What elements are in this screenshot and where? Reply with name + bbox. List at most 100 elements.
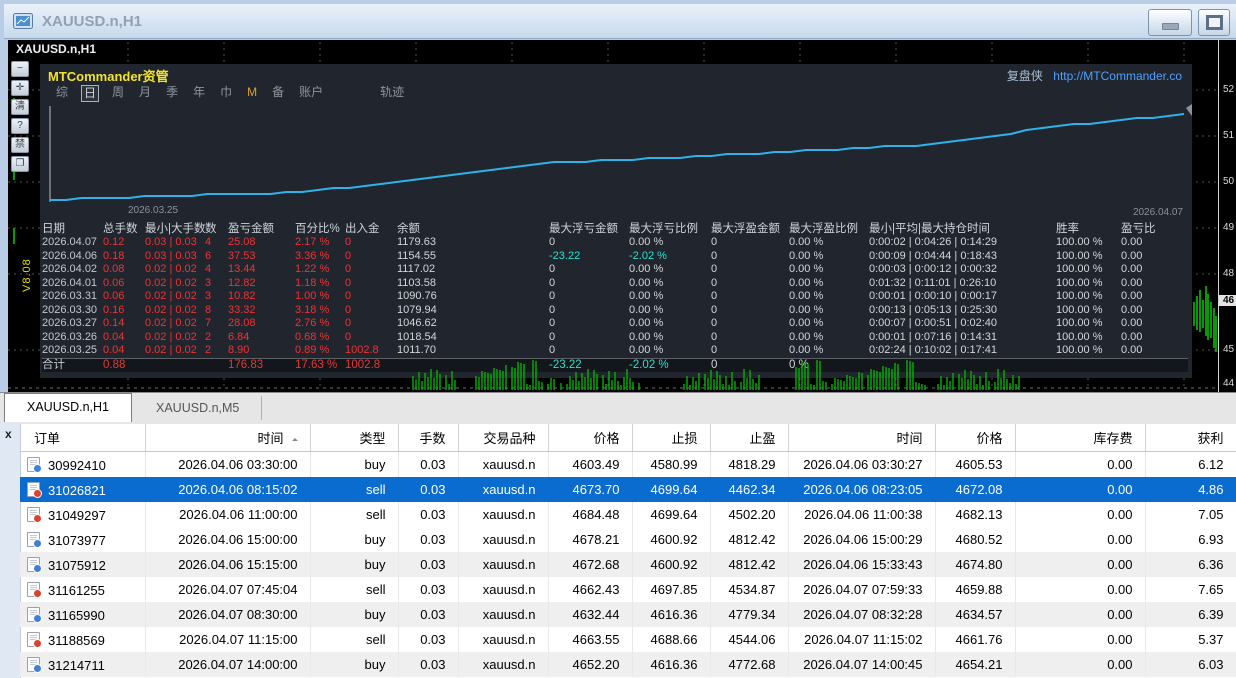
buy-order-icon <box>27 457 40 472</box>
order-cell-open_price: 4603.49 <box>548 452 632 478</box>
orders-header-9[interactable]: 价格 <box>935 424 1015 452</box>
order-cell-lots: 0.03 <box>398 602 458 627</box>
order-number: 31165990 <box>48 608 105 623</box>
order-cell-profit: 6.03 <box>1145 652 1236 677</box>
orders-header-0[interactable]: 订单 <box>20 424 145 452</box>
order-cell-tp: 4462.34 <box>710 477 788 502</box>
order-number: 31075912 <box>48 558 106 573</box>
order-row[interactable]: 310739772026.04.06 15:00:00buy0.03xauusd… <box>20 527 1236 552</box>
order-cell-type: buy <box>310 652 398 677</box>
orders-header-6[interactable]: 止损 <box>632 424 710 452</box>
order-number: 31049297 <box>48 508 106 523</box>
restore-window-icon[interactable]: ❐ <box>11 156 29 172</box>
order-row[interactable]: 310492972026.04.06 11:00:00sell0.03xauus… <box>20 502 1236 527</box>
order-cell-type: sell <box>310 627 398 652</box>
orders-header-3[interactable]: 手数 <box>398 424 458 452</box>
minimize-icon <box>1162 23 1179 30</box>
order-cell-order: 31214711 <box>20 652 145 677</box>
orders-header-8[interactable]: 时间 <box>788 424 935 452</box>
order-row[interactable]: 310759122026.04.06 15:15:00buy0.03xauusd… <box>20 552 1236 577</box>
close-panel-icon[interactable]: x <box>5 428 12 440</box>
order-cell-swap: 0.00 <box>1015 527 1145 552</box>
order-cell-type: buy <box>310 527 398 552</box>
orders-header-1[interactable]: 时间 <box>145 424 310 452</box>
order-cell-symbol: xauusd.n <box>458 602 548 627</box>
volume-bars-and-candles <box>8 40 1236 392</box>
price-scale-label: 52 <box>1223 84 1234 95</box>
orders-header-11[interactable]: 获利 <box>1145 424 1236 452</box>
bottom-tab-1[interactable]: XAUUSD.n,M5 <box>134 396 262 420</box>
order-cell-symbol: xauusd.n <box>458 652 548 677</box>
order-cell-symbol: xauusd.n <box>458 577 548 602</box>
orders-header-4[interactable]: 交易品种 <box>458 424 548 452</box>
orders-header-2[interactable]: 类型 <box>310 424 398 452</box>
order-number: 31214711 <box>48 658 105 673</box>
bottom-tab-0[interactable]: XAUUSD.n,H1 <box>4 393 132 422</box>
order-cell-order: 31049297 <box>20 502 145 527</box>
order-row[interactable]: 312147112026.04.07 14:00:00buy0.03xauusd… <box>20 652 1236 677</box>
window-title: XAUUSD.n,H1 <box>42 13 142 30</box>
order-cell-close_time: 2026.04.06 15:00:29 <box>788 527 935 552</box>
order-cell-sl: 4616.36 <box>632 602 710 627</box>
order-cell-open_price: 4672.68 <box>548 552 632 577</box>
move-icon[interactable]: ✛ <box>11 80 29 96</box>
forbid-icon[interactable]: 禁 <box>11 137 29 153</box>
order-cell-open_time: 2026.04.06 11:00:00 <box>145 502 310 527</box>
current-price-box: 46 <box>1219 295 1236 306</box>
order-cell-profit: 4.86 <box>1145 477 1236 502</box>
order-cell-close_price: 4605.53 <box>935 452 1015 478</box>
buy-order-icon <box>27 532 40 547</box>
order-type-dot <box>33 639 42 648</box>
order-cell-open_time: 2026.04.07 08:30:00 <box>145 602 310 627</box>
order-cell-symbol: xauusd.n <box>458 627 548 652</box>
orders-header-5[interactable]: 价格 <box>548 424 632 452</box>
order-cell-open_time: 2026.04.06 15:15:00 <box>145 552 310 577</box>
order-cell-lots: 0.03 <box>398 452 458 478</box>
order-row[interactable]: 311885692026.04.07 11:15:00sell0.03xauus… <box>20 627 1236 652</box>
help-icon[interactable]: ? <box>11 118 29 134</box>
price-scale: 5251504948454446 <box>1218 40 1236 392</box>
order-cell-order: 31073977 <box>20 527 145 552</box>
order-row[interactable]: 310268212026.04.06 08:15:02sell0.03xauus… <box>20 477 1236 502</box>
order-cell-close_time: 2026.04.07 07:59:33 <box>788 577 935 602</box>
minimize-button[interactable] <box>1148 9 1192 36</box>
price-scale-label: 44 <box>1223 378 1234 389</box>
order-cell-order: 31165990 <box>20 602 145 627</box>
chart-window-icon <box>13 13 33 29</box>
order-row[interactable]: 311659902026.04.07 08:30:00buy0.03xauusd… <box>20 602 1236 627</box>
restore-button[interactable] <box>1198 9 1230 36</box>
order-cell-lots: 0.03 <box>398 652 458 677</box>
order-cell-swap: 0.00 <box>1015 577 1145 602</box>
order-cell-close_price: 4682.13 <box>935 502 1015 527</box>
order-type-dot <box>33 614 42 623</box>
orders-header-10[interactable]: 库存费 <box>1015 424 1145 452</box>
order-cell-tp: 4534.87 <box>710 577 788 602</box>
order-cell-profit: 6.93 <box>1145 527 1236 552</box>
order-cell-close_time: 2026.04.06 11:00:38 <box>788 502 935 527</box>
order-cell-tp: 4544.06 <box>710 627 788 652</box>
order-cell-sl: 4697.85 <box>632 577 710 602</box>
collapse-icon[interactable]: − <box>11 61 29 77</box>
order-cell-symbol: xauusd.n <box>458 477 548 502</box>
order-cell-open_price: 4684.48 <box>548 502 632 527</box>
order-cell-open_time: 2026.04.06 03:30:00 <box>145 452 310 478</box>
order-cell-lots: 0.03 <box>398 502 458 527</box>
order-cell-open_time: 2026.04.06 15:00:00 <box>145 527 310 552</box>
order-cell-profit: 5.37 <box>1145 627 1236 652</box>
order-cell-profit: 6.12 <box>1145 452 1236 478</box>
order-cell-close_price: 4654.21 <box>935 652 1015 677</box>
orders-header-7[interactable]: 止盈 <box>710 424 788 452</box>
order-cell-close_price: 4661.76 <box>935 627 1015 652</box>
chart-area[interactable]: XAUUSD.n,H1 −✛清?禁❐ V8.08 MTCommander资管 复… <box>8 40 1236 392</box>
order-cell-tp: 4812.42 <box>710 527 788 552</box>
order-cell-lots: 0.03 <box>398 527 458 552</box>
clear-icon[interactable]: 清 <box>11 99 29 115</box>
order-cell-order: 31075912 <box>20 552 145 577</box>
sell-order-icon <box>27 632 40 647</box>
sell-order-icon <box>27 482 40 497</box>
order-row[interactable]: 309924102026.04.06 03:30:00buy0.03xauusd… <box>20 452 1236 478</box>
order-row[interactable]: 311612552026.04.07 07:45:04sell0.03xauus… <box>20 577 1236 602</box>
order-cell-symbol: xauusd.n <box>458 452 548 478</box>
order-cell-profit: 6.36 <box>1145 552 1236 577</box>
order-cell-sl: 4699.64 <box>632 477 710 502</box>
